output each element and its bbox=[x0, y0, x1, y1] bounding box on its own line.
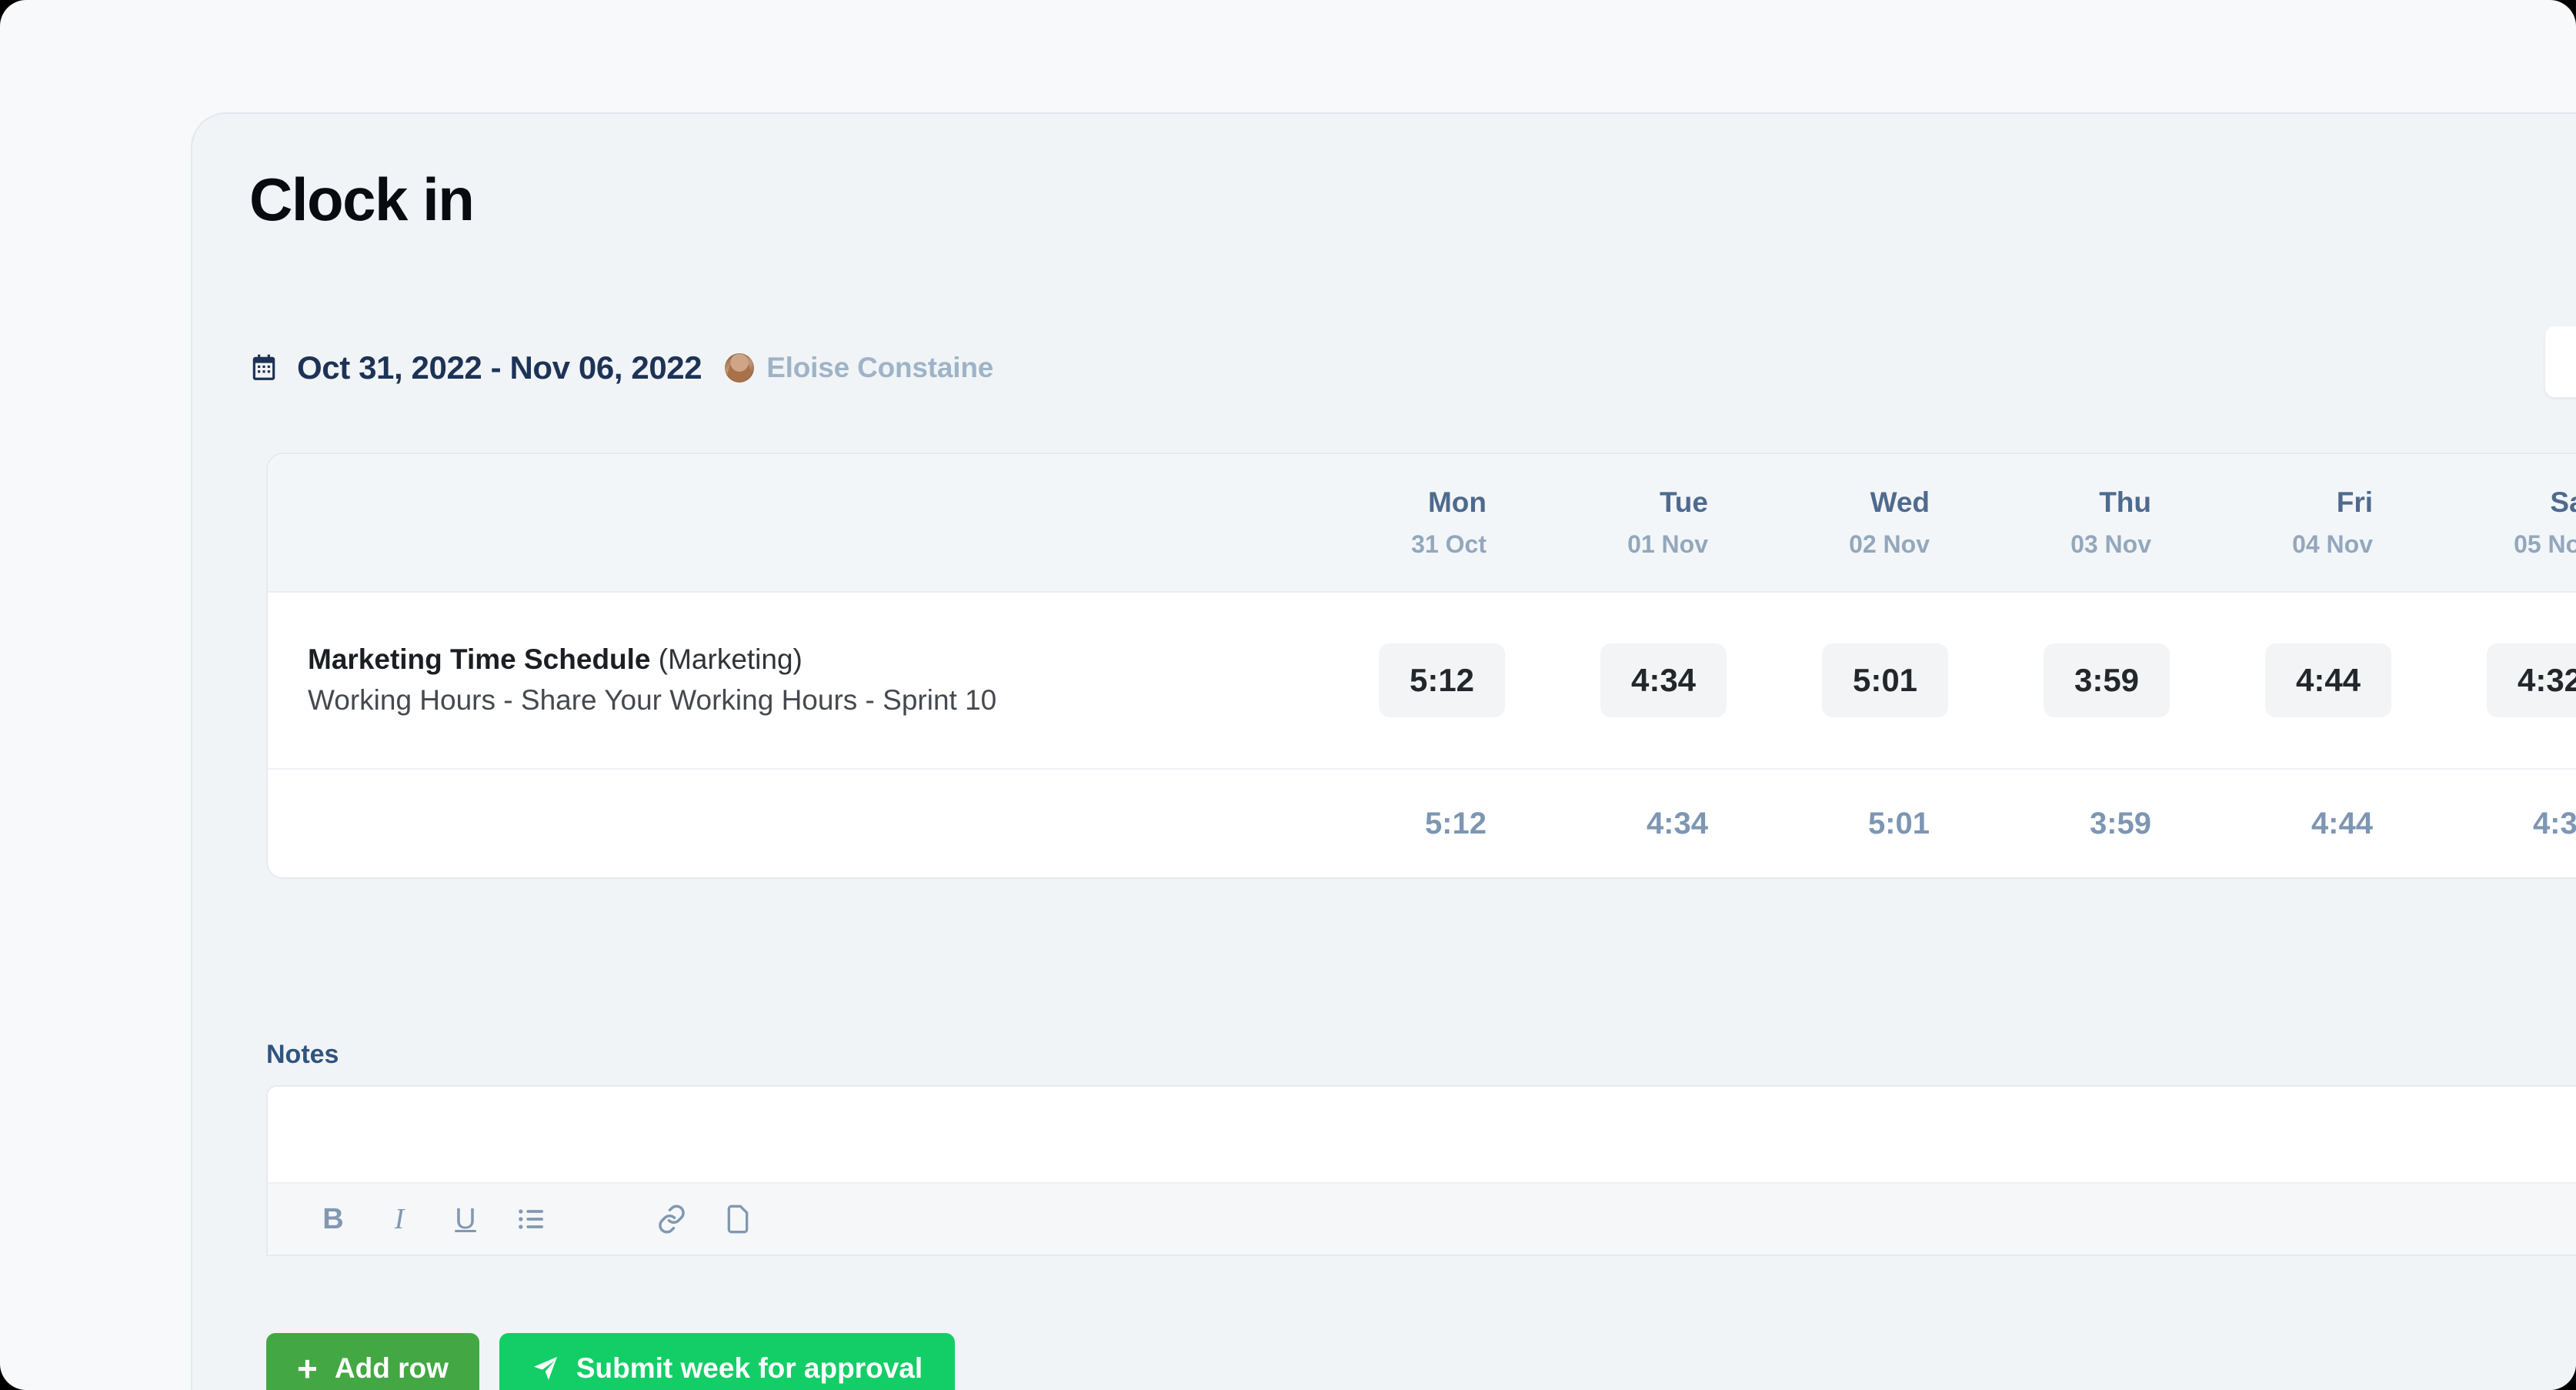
day-date: 04 Nov bbox=[2292, 530, 2373, 558]
column-header-wed: Wed 02 Nov bbox=[1750, 454, 1971, 591]
timesheet-subheader: Oct 31, 2022 - Nov 06, 2022 Eloise Const… bbox=[249, 345, 993, 391]
link-icon[interactable] bbox=[639, 1183, 705, 1255]
app-viewport: Clock in Oct 31, 2022 - Nov 06, 2022 Elo… bbox=[0, 0, 2576, 1390]
italic-icon[interactable]: I bbox=[366, 1183, 432, 1255]
day-name: Sat bbox=[2550, 486, 2576, 519]
total-thu: 3:59 bbox=[2089, 806, 2151, 840]
column-header-mon: Mon 31 Oct bbox=[1306, 454, 1528, 591]
table-totals-row: 5:12 4:34 5:01 3:59 4:44 4:32 5:08 bbox=[268, 770, 2576, 877]
notes-toolbar: B I U bbox=[268, 1182, 2576, 1255]
calendar-icon bbox=[249, 353, 279, 383]
column-header-thu: Thu 03 Nov bbox=[1971, 454, 2193, 591]
column-header-sat: Sat 05 Nov bbox=[2414, 454, 2576, 591]
add-row-button[interactable]: + Add row bbox=[266, 1333, 479, 1390]
attachment-icon[interactable] bbox=[705, 1183, 771, 1255]
add-row-label: Add row bbox=[334, 1352, 449, 1384]
total-fri: 4:44 bbox=[2311, 806, 2373, 840]
project-line: Marketing Time Schedule (Marketing) bbox=[308, 640, 1266, 680]
totals-label-cell bbox=[268, 770, 1306, 877]
send-icon bbox=[532, 1355, 559, 1382]
notes-label: Notes bbox=[266, 1040, 339, 1069]
notes-input[interactable] bbox=[268, 1087, 2576, 1182]
user-name-label: Eloise Constaine bbox=[766, 352, 994, 383]
day-date: 31 Oct bbox=[1411, 530, 1487, 558]
time-entry-input[interactable]: 4:34 bbox=[1600, 643, 1727, 717]
time-entry-input[interactable]: 4:32 bbox=[2487, 643, 2576, 717]
day-date: 05 Nov bbox=[2514, 530, 2576, 558]
week-navigation: ‹ This week bbox=[2545, 326, 2576, 397]
entry-cell-mon: 5:12 bbox=[1306, 593, 1528, 768]
time-entry-input[interactable]: 4:44 bbox=[2265, 643, 2391, 717]
footer-actions: + Add row Submit week for approval bbox=[266, 1333, 956, 1390]
task-cell[interactable]: Marketing Time Schedule (Marketing) Work… bbox=[268, 593, 1306, 768]
entry-cell-sat: 4:32 bbox=[2414, 593, 2576, 768]
submit-week-button[interactable]: Submit week for approval bbox=[499, 1333, 956, 1390]
day-name: Tue bbox=[1659, 486, 1708, 519]
project-client: (Marketing) bbox=[658, 643, 802, 676]
plus-icon: + bbox=[297, 1348, 318, 1388]
notes-editor: B I U bbox=[266, 1085, 2576, 1256]
total-sat: 4:32 bbox=[2532, 806, 2576, 840]
time-entry-input[interactable]: 3:59 bbox=[2044, 643, 2170, 717]
column-header-fri: Fri 04 Nov bbox=[2193, 454, 2414, 591]
bullet-list-icon[interactable] bbox=[499, 1183, 565, 1255]
day-date: 01 Nov bbox=[1627, 530, 1708, 558]
table-header-row: Mon 31 Oct Tue 01 Nov Wed 02 Nov Thu 03 … bbox=[268, 454, 2576, 593]
total-mon: 5:12 bbox=[1424, 806, 1487, 840]
table-row: Marketing Time Schedule (Marketing) Work… bbox=[268, 593, 2576, 770]
previous-week-button[interactable]: ‹ bbox=[2545, 326, 2576, 397]
entry-cell-fri: 4:44 bbox=[2193, 593, 2414, 768]
time-entry-input[interactable]: 5:01 bbox=[1822, 643, 1948, 717]
day-name: Thu bbox=[2099, 486, 2151, 519]
total-wed: 5:01 bbox=[1867, 806, 1930, 840]
underline-icon[interactable]: U bbox=[432, 1183, 499, 1255]
date-range-label[interactable]: Oct 31, 2022 - Nov 06, 2022 bbox=[297, 349, 702, 386]
entry-cell-tue: 4:34 bbox=[1528, 593, 1750, 768]
task-name: Working Hours - Share Your Working Hours… bbox=[308, 684, 997, 716]
entry-cell-wed: 5:01 bbox=[1750, 593, 1971, 768]
time-entry-input[interactable]: 5:12 bbox=[1379, 643, 1505, 717]
submit-week-label: Submit week for approval bbox=[576, 1352, 923, 1384]
day-date: 02 Nov bbox=[1849, 530, 1930, 558]
entry-cell-thu: 3:59 bbox=[1971, 593, 2193, 768]
timesheet-table: Mon 31 Oct Tue 01 Nov Wed 02 Nov Thu 03 … bbox=[266, 453, 2576, 879]
clock-in-card: Clock in Oct 31, 2022 - Nov 06, 2022 Elo… bbox=[191, 112, 2576, 1390]
day-name: Mon bbox=[1427, 486, 1487, 519]
project-name: Marketing Time Schedule bbox=[308, 643, 651, 676]
page-title: Clock in bbox=[249, 165, 475, 233]
column-header-tue: Tue 01 Nov bbox=[1528, 454, 1750, 591]
total-tue: 4:34 bbox=[1646, 806, 1708, 840]
day-date: 03 Nov bbox=[2070, 530, 2151, 558]
day-name: Wed bbox=[1870, 486, 1930, 519]
bold-icon[interactable]: B bbox=[300, 1183, 366, 1255]
avatar bbox=[725, 353, 755, 383]
header-task-column bbox=[268, 454, 1306, 591]
day-name: Fri bbox=[2336, 486, 2373, 519]
